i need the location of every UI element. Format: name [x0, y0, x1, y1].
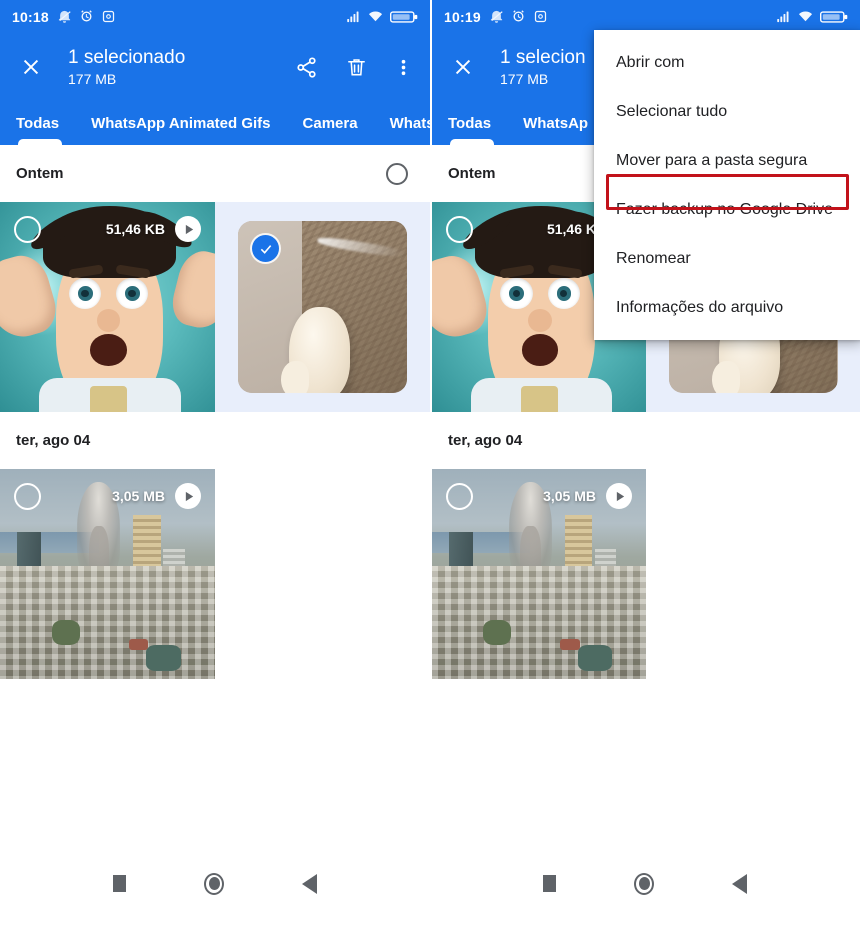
delete-button[interactable] [340, 51, 372, 83]
recents-button[interactable] [113, 875, 126, 892]
status-time: 10:19 [444, 8, 481, 25]
close-selection-button[interactable] [16, 52, 46, 82]
status-left-icons [489, 9, 548, 24]
status-bar: 10:18 [0, 0, 430, 33]
overflow-menu-button[interactable] [390, 44, 416, 90]
media-item[interactable] [215, 202, 430, 412]
instagram-icon [533, 9, 548, 24]
tab-whatsapp-animated-gifs[interactable]: WhatsApp Animated Gifs [91, 115, 270, 132]
alarm-icon [511, 9, 526, 24]
tab-todas[interactable]: Todas [448, 115, 491, 132]
item-select-circle[interactable] [446, 216, 473, 243]
media-row-ontem: 51,46 KB [0, 202, 430, 412]
menu-item-abrir-com[interactable]: Abrir com [594, 38, 860, 87]
wifi-icon [798, 9, 813, 24]
phone-screen-right: 10:19 1 selecion 177 MB Todas WhatsAp On… [430, 0, 860, 840]
mute-icon [57, 9, 72, 24]
menu-item-renomear[interactable]: Renomear [594, 234, 860, 283]
item-size-label: 51,46 K [546, 221, 596, 237]
date-label: Ontem [448, 165, 496, 182]
media-row-ter-ago-04: 3,05 MB [0, 469, 430, 679]
android-navigation-bar [0, 840, 860, 927]
back-button[interactable] [302, 873, 317, 894]
media-item[interactable]: 51,46 KB [0, 202, 215, 412]
screenshot-root: 10:18 1 selecionado 177 MB Todas WhatsAp… [0, 0, 860, 927]
media-item[interactable]: 3,05 MB [432, 469, 646, 679]
selection-size: 177 MB [68, 70, 117, 87]
media-empty-cell [646, 469, 860, 679]
play-icon[interactable] [175, 216, 201, 242]
active-tab-indicator [18, 139, 62, 145]
status-right-icons [346, 9, 418, 24]
media-item[interactable]: 3,05 MB [0, 469, 215, 679]
date-header-ter-ago-04: ter, ago 04 [432, 412, 860, 469]
tab-camera[interactable]: Camera [303, 115, 358, 132]
menu-item-mover-para-a-pasta-segura[interactable]: Mover para a pasta segura [594, 136, 860, 185]
signal-icon [776, 9, 791, 24]
circle-icon [204, 872, 224, 895]
status-right-icons [776, 9, 848, 24]
battery-icon [390, 10, 418, 24]
battery-icon [820, 10, 848, 24]
date-label: ter, ago 04 [448, 432, 523, 449]
item-size-label: 3,05 MB [543, 488, 596, 504]
date-header-ter-ago-04: ter, ago 04 [0, 412, 430, 469]
item-select-circle[interactable] [446, 483, 473, 510]
mute-icon [489, 9, 504, 24]
select-group-circle[interactable] [386, 162, 408, 185]
active-tab-indicator [450, 139, 494, 145]
selection-count: 1 selecionado [68, 46, 186, 68]
selection-app-bar: 1 selecionado 177 MB [0, 33, 430, 101]
selection-titles: 1 selecionado 177 MB [68, 46, 290, 89]
menu-item-fazer-backup-no-google-drive[interactable]: Fazer backup no Google Drive [594, 185, 860, 234]
menu-item-informacoes-do-arquivo[interactable]: Informações do arquivo [594, 283, 860, 332]
date-label: ter, ago 04 [16, 432, 91, 449]
thumbnail-dog [238, 221, 407, 393]
nav-group-right [430, 840, 860, 927]
square-icon [113, 875, 126, 892]
status-bar: 10:19 [432, 0, 860, 33]
phone-screen-left: 10:18 1 selecionado 177 MB Todas WhatsAp… [0, 0, 430, 840]
folder-tabs: Todas WhatsApp Animated Gifs Camera What… [0, 101, 430, 145]
square-icon [543, 875, 556, 892]
overflow-popup-menu: Abrir com Selecionar tudo Mover para a p… [594, 30, 860, 340]
item-select-circle[interactable] [14, 483, 41, 510]
status-left-icons [57, 9, 116, 24]
triangle-back-icon [732, 873, 747, 894]
tab-todas[interactable]: Todas [16, 115, 59, 132]
item-size-label: 51,46 KB [105, 221, 165, 237]
tab-whatsapp[interactable]: WhatsAp [523, 115, 588, 132]
nav-group-left [0, 840, 430, 927]
date-header-ontem: Ontem [0, 145, 430, 202]
wifi-icon [368, 9, 383, 24]
play-icon[interactable] [606, 483, 632, 509]
media-row-ter-ago-04: 3,05 MB [432, 469, 860, 679]
signal-icon [346, 9, 361, 24]
play-icon[interactable] [175, 483, 201, 509]
circle-icon [634, 872, 654, 895]
app-bar-actions [290, 44, 416, 90]
close-selection-button[interactable] [448, 52, 478, 82]
tab-whatsapp[interactable]: Whats [390, 115, 430, 132]
share-button[interactable] [290, 51, 322, 83]
home-button[interactable] [634, 872, 654, 895]
back-button[interactable] [732, 873, 747, 894]
triangle-back-icon [302, 873, 317, 894]
menu-item-selecionar-tudo[interactable]: Selecionar tudo [594, 87, 860, 136]
instagram-icon [101, 9, 116, 24]
item-select-circle[interactable] [14, 216, 41, 243]
home-button[interactable] [204, 872, 224, 895]
date-label: Ontem [16, 165, 64, 182]
item-size-label: 3,05 MB [112, 488, 165, 504]
item-selected-check-icon[interactable] [252, 235, 279, 262]
media-list: Ontem 51,46 KB ter, ago 04 3,05 MB [0, 145, 430, 679]
recents-button[interactable] [543, 875, 556, 892]
status-time: 10:18 [12, 8, 49, 25]
media-empty-cell [215, 469, 430, 679]
alarm-icon [79, 9, 94, 24]
